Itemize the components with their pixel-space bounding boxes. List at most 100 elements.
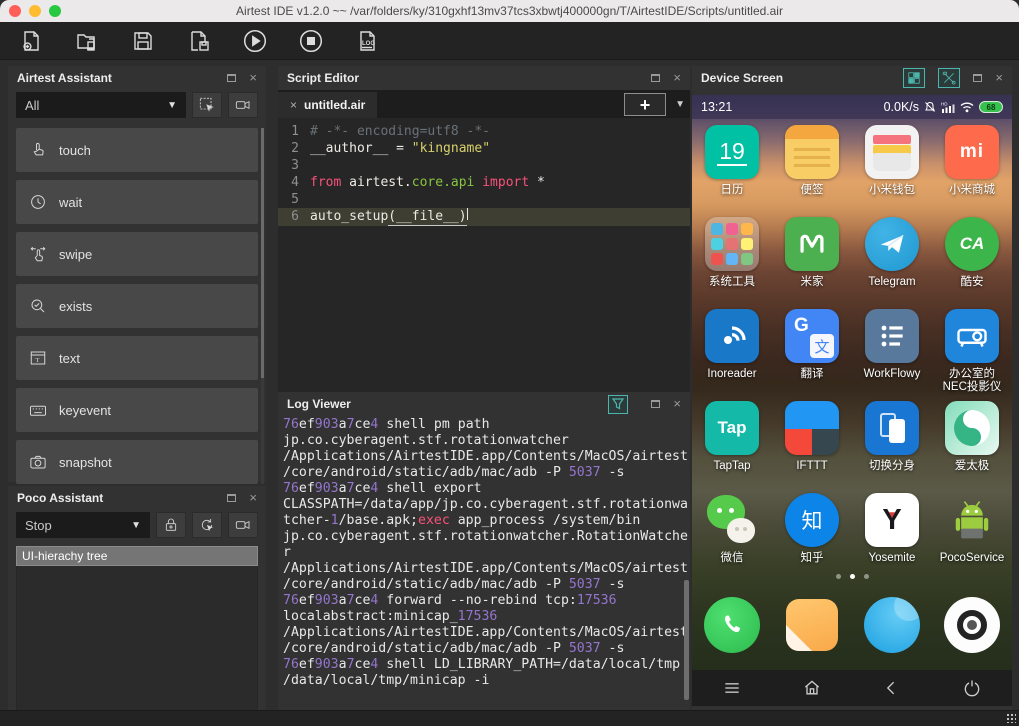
app-folder[interactable]: 系统工具: [692, 217, 772, 289]
wait-icon: [29, 193, 47, 211]
app-zhihu[interactable]: 知知乎: [772, 493, 852, 565]
close-panel-icon[interactable]: ×: [249, 491, 257, 504]
nav-menu-button[interactable]: [692, 678, 772, 698]
float-panel-icon[interactable]: [651, 400, 661, 408]
dock-phone[interactable]: [692, 592, 772, 658]
action-swipe[interactable]: swipe: [16, 232, 258, 276]
snippet-button[interactable]: [192, 92, 222, 118]
dock-camera[interactable]: [932, 592, 1012, 658]
app-projector[interactable]: 办公室的 NEC投影仪: [932, 309, 1012, 394]
app-calendar[interactable]: 19 日历: [692, 125, 772, 197]
float-panel-icon[interactable]: [227, 74, 237, 82]
chevron-down-icon: ▼: [167, 99, 177, 111]
close-panel-icon[interactable]: ×: [673, 71, 681, 84]
app-label: 系统工具: [709, 276, 755, 288]
code-line[interactable]: 5: [278, 191, 690, 208]
float-panel-icon[interactable]: [651, 74, 661, 82]
nav-power-button[interactable]: [932, 678, 1012, 698]
close-panel-icon[interactable]: ×: [673, 397, 681, 410]
run-script-button[interactable]: [240, 26, 270, 56]
log-scrollbar[interactable]: [684, 580, 689, 700]
close-panel-icon[interactable]: ×: [249, 71, 257, 84]
mihome-icon: [785, 217, 839, 271]
mistore-icon: mi: [945, 125, 999, 179]
close-window-button[interactable]: [9, 5, 21, 17]
poco-mode-dropdown[interactable]: Stop ▼: [16, 512, 150, 538]
app-wallet[interactable]: 小米钱包: [852, 125, 932, 197]
close-tab-icon[interactable]: ×: [290, 98, 297, 112]
resize-grip[interactable]: [1006, 713, 1016, 723]
titlebar: Airtest IDE v1.2.0 ~~ /var/folders/ky/31…: [0, 0, 1019, 22]
stop-script-button[interactable]: [296, 26, 326, 56]
nav-back-button[interactable]: [852, 678, 932, 698]
app-wechat[interactable]: 微信: [692, 493, 772, 565]
kuan-icon: CA: [945, 217, 999, 271]
new-tab-button[interactable]: +: [624, 93, 666, 116]
code-line[interactable]: 2 __author__ = "kingname": [278, 140, 690, 157]
close-panel-icon[interactable]: ×: [995, 71, 1003, 84]
tab-untitled-air[interactable]: × untitled.air: [278, 92, 378, 118]
float-panel-icon[interactable]: [973, 74, 983, 82]
code-editor[interactable]: 1 # -*- encoding=utf8 -*- 2 __author__ = "k…: [278, 118, 690, 392]
app-kuan[interactable]: CA 酷安: [932, 217, 1012, 289]
view-log-button[interactable]: LOG: [352, 26, 382, 56]
app-label: 便签: [800, 184, 824, 196]
save-script-button[interactable]: [128, 26, 158, 56]
dock-messages[interactable]: [772, 592, 852, 658]
app-telegram[interactable]: Telegram: [852, 217, 932, 289]
code-line[interactable]: 3: [278, 157, 690, 174]
log-filter-button[interactable]: [608, 394, 629, 414]
app-taiji[interactable]: 爱太极: [932, 401, 1012, 473]
action-exists[interactable]: exists: [16, 284, 258, 328]
app-label: 米家: [800, 276, 824, 288]
float-panel-icon[interactable]: [227, 494, 237, 502]
layout-grid-button[interactable]: [903, 68, 926, 88]
app-translate[interactable]: G 文翻译: [772, 309, 852, 394]
minimize-window-button[interactable]: [29, 5, 41, 17]
phone-icon: [704, 597, 760, 653]
code-line[interactable]: 4 from airtest. core.api import *: [278, 174, 690, 191]
device-mirror-screen[interactable]: 13:21 0.0K/s HD 68 19 日历 便签 小米钱包 mi 小米商城 系统工具 米…: [692, 95, 1012, 670]
toolbox-button[interactable]: [938, 68, 961, 88]
lock-button[interactable]: [156, 512, 186, 538]
app-row: 19 日历 便签 小米钱包 mi 小米商城: [692, 125, 1012, 197]
action-label: snapshot: [59, 454, 112, 470]
action-touch[interactable]: touch: [16, 128, 258, 172]
open-script-button[interactable]: [72, 26, 102, 56]
ui-hierarchy-tree-header[interactable]: UI-hierachy tree: [16, 546, 258, 566]
dock-browser[interactable]: [852, 592, 932, 658]
action-wait[interactable]: wait: [16, 180, 258, 224]
swipe-icon: [29, 245, 47, 263]
refresh-button[interactable]: [192, 512, 222, 538]
app-label: WorkFlowy: [863, 368, 921, 380]
tab-list-chevron-icon[interactable]: ▼: [675, 99, 685, 110]
app-yosemite[interactable]: Y ▼ Yosemite: [852, 493, 932, 565]
app-taptap[interactable]: Tap TapTap: [692, 401, 772, 473]
airtest-filter-dropdown[interactable]: All ▼: [16, 92, 186, 118]
nav-home-button[interactable]: [772, 678, 852, 698]
action-snapshot[interactable]: snapshot: [16, 440, 258, 484]
app-inoreader[interactable]: Inoreader: [692, 309, 772, 394]
app-mihome[interactable]: 米家: [772, 217, 852, 289]
app-poco[interactable]: PocoService: [932, 493, 1012, 565]
action-text[interactable]: Ttext: [16, 336, 258, 380]
app-workflowy[interactable]: WorkFlowy: [852, 309, 932, 394]
app-clone[interactable]: 切换分身: [852, 401, 932, 473]
action-label: keyevent: [59, 402, 112, 418]
action-keyevent[interactable]: keyevent: [16, 388, 258, 432]
app-ifttt[interactable]: IFTTT: [772, 401, 852, 473]
ui-hierarchy-tree-body[interactable]: [16, 566, 258, 714]
zoom-window-button[interactable]: [49, 5, 61, 17]
assistant-scrollbar[interactable]: [261, 128, 264, 484]
app-notes[interactable]: 便签: [772, 125, 852, 197]
action-label: wait: [59, 194, 83, 210]
app-mistore[interactable]: mi 小米商城: [932, 125, 1012, 197]
dock: [692, 592, 1012, 658]
record-button[interactable]: [228, 92, 258, 118]
code-line[interactable]: 6 auto_setup (__file__): [278, 208, 690, 226]
poco-mode-value: Stop: [25, 517, 52, 533]
new-script-button[interactable]: [16, 26, 46, 56]
record-button[interactable]: [228, 512, 258, 538]
save-as-script-button[interactable]: [184, 26, 214, 56]
code-line[interactable]: 1 # -*- encoding=utf8 -*-: [278, 123, 690, 140]
